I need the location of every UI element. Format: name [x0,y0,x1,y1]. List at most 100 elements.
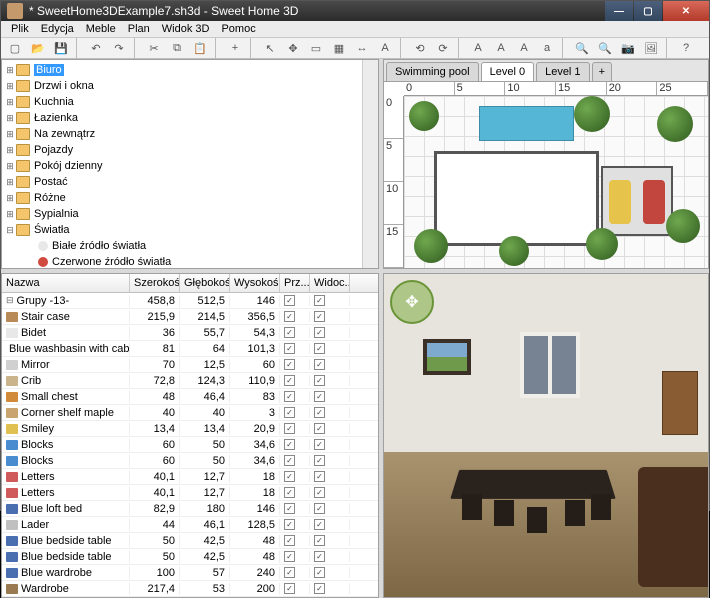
checkbox[interactable]: ✓ [284,471,295,482]
expand-icon[interactable]: ⊞ [4,161,16,172]
column-header[interactable]: Widoc... [310,274,350,292]
column-header[interactable]: Szerokość [130,274,180,292]
checkbox[interactable]: ✓ [284,295,295,306]
compass-icon[interactable]: ✥ [390,280,434,324]
scrollbar[interactable] [362,60,378,268]
column-header[interactable]: Głębokość [180,274,230,292]
checkbox[interactable]: ✓ [284,583,295,594]
checkbox[interactable]: ✓ [284,567,295,578]
checkbox[interactable]: ✓ [284,375,295,386]
checkbox[interactable]: ✓ [314,503,325,514]
checkbox[interactable]: ✓ [284,391,295,402]
table-row[interactable]: Stair case215,9214,5356,5✓✓ [2,309,378,325]
menu-edycja[interactable]: Edycja [35,21,80,37]
open-button[interactable]: 📂 [28,38,48,58]
checkbox[interactable]: ✓ [284,519,295,530]
text-bold-button[interactable]: A [468,38,488,58]
close-button[interactable]: ✕ [663,1,709,21]
checkbox[interactable]: ✓ [314,455,325,466]
checkbox[interactable]: ✓ [284,455,295,466]
checkbox[interactable]: ✓ [314,391,325,402]
level-tab[interactable]: Level 1 [536,62,589,81]
level-tab[interactable]: Swimming pool [386,62,479,81]
checkbox[interactable]: ✓ [284,439,295,450]
checkbox[interactable]: ✓ [314,535,325,546]
table-row[interactable]: Blue wardrobe10057240✓✓ [2,565,378,581]
tree-item[interactable]: ⊞Łazienka [2,110,362,126]
expand-icon[interactable]: ⊞ [4,145,16,156]
plan-view[interactable]: 0510152025 051015 [384,82,708,268]
add-level-button[interactable]: + [592,62,612,81]
checkbox[interactable]: ✓ [314,583,325,594]
checkbox[interactable]: ✓ [314,519,325,530]
expand-icon[interactable]: ⊞ [4,177,16,188]
checkbox[interactable]: ✓ [314,407,325,418]
table-row[interactable]: Wardrobe217,453200✓✓ [2,581,378,597]
tree-item[interactable]: ⊞Pojazdy [2,142,362,158]
furniture-table[interactable]: NazwaSzerokośćGłębokośćWysokośćPrz...Wid… [2,274,378,597]
text-small-button[interactable]: a [537,38,557,58]
table-row[interactable]: Blocks605034,6✓✓ [2,437,378,453]
checkbox[interactable]: ✓ [284,551,295,562]
menu-plan[interactable]: Plan [122,21,156,37]
checkbox[interactable]: ✓ [314,471,325,482]
tree-item[interactable]: ⊞Postać [2,174,362,190]
table-row[interactable]: Mirror7012,560✓✓ [2,357,378,373]
menu-plik[interactable]: Plik [5,21,35,37]
new-button[interactable]: ▢ [5,38,25,58]
tree-item[interactable]: ⊞Różne [2,190,362,206]
camera-button[interactable]: 📷 [618,38,638,58]
menu-pomoc[interactable]: Pomoc [215,21,261,37]
expand-icon[interactable]: ⊞ [4,193,16,204]
rotate-left-button[interactable]: ⟲ [410,38,430,58]
table-row[interactable]: Blue loft bed82,9180146✓✓ [2,501,378,517]
tree-item[interactable]: ⊞Sypialnia [2,206,362,222]
tree-item[interactable]: ⊞Pokój dzienny [2,158,362,174]
checkbox[interactable]: ✓ [314,295,325,306]
checkbox[interactable]: ✓ [284,487,295,498]
expand-icon[interactable]: ⊞ [4,81,16,92]
help-button[interactable]: ? [676,38,696,58]
photo-button[interactable]: 🖼 [641,38,661,58]
tree-item[interactable]: ⊟Światła [2,222,362,238]
table-row[interactable]: Blue bedside table5042,548✓✓ [2,549,378,565]
table-row[interactable]: Crib72,8124,3110,9✓✓ [2,373,378,389]
cut-button[interactable]: ✂ [144,38,164,58]
zoom-in-button[interactable]: 🔍 [572,38,592,58]
checkbox[interactable]: ✓ [284,343,295,354]
checkbox[interactable]: ✓ [284,423,295,434]
undo-button[interactable]: ↶ [86,38,106,58]
checkbox[interactable]: ✓ [284,311,295,322]
checkbox[interactable]: ✓ [314,375,325,386]
checkbox[interactable]: ✓ [314,487,325,498]
menu-meble[interactable]: Meble [80,21,122,37]
checkbox[interactable]: ✓ [284,327,295,338]
rotate-right-button[interactable]: ⟳ [433,38,453,58]
maximize-button[interactable]: ▢ [634,1,662,21]
wall-button[interactable]: ▭ [306,38,326,58]
column-header[interactable]: Wysokość [230,274,280,292]
table-row[interactable]: Blocks605034,6✓✓ [2,453,378,469]
text-big-button[interactable]: A [514,38,534,58]
tree-item[interactable]: ⊞Biuro [2,62,362,78]
minimize-button[interactable]: — [605,1,633,21]
checkbox[interactable]: ✓ [314,311,325,322]
text-button[interactable]: A [375,38,395,58]
tree-item[interactable]: Czerwone źródło światła [2,254,362,268]
checkbox[interactable]: ✓ [284,535,295,546]
view3d[interactable]: ✥ [384,274,708,597]
titlebar[interactable]: * SweetHome3DExample7.sh3d - Sweet Home … [1,1,709,21]
checkbox[interactable]: ✓ [314,439,325,450]
tree-item[interactable]: ⊞Na zewnątrz [2,126,362,142]
table-row[interactable]: Letters40,112,718✓✓ [2,485,378,501]
copy-button[interactable]: ⧉ [167,38,187,58]
column-header[interactable]: Nazwa [2,274,130,292]
checkbox[interactable]: ✓ [314,359,325,370]
dimension-button[interactable]: ↔ [352,38,372,58]
expand-icon[interactable]: ⊞ [4,97,16,108]
table-row[interactable]: Blue bedside table5042,548✓✓ [2,533,378,549]
checkbox[interactable]: ✓ [284,503,295,514]
table-row[interactable]: Smiley13,413,420,9✓✓ [2,421,378,437]
table-row[interactable]: Letters40,112,718✓✓ [2,469,378,485]
checkbox[interactable]: ✓ [314,567,325,578]
